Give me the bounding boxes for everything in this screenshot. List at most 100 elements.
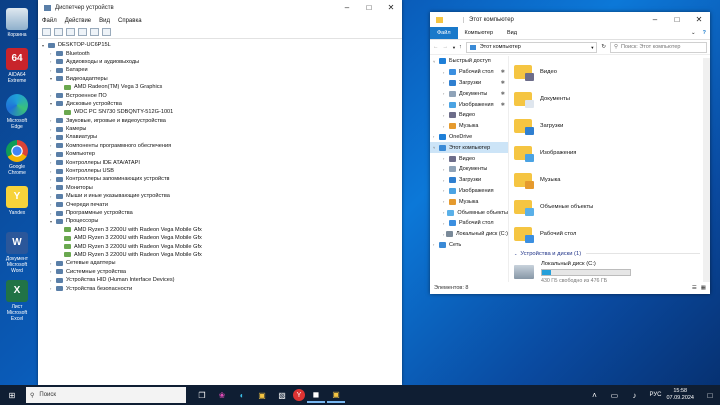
menu-action[interactable]: Действие xyxy=(65,18,91,24)
device-category[interactable]: › Мыши и иные указывающие устройства xyxy=(42,192,402,200)
device-category[interactable]: › Программные устройства xyxy=(42,209,402,217)
taskbar-search[interactable]: ⚲ Поиск xyxy=(26,387,186,403)
recent-locations-icon[interactable]: ▼ xyxy=(452,45,456,50)
desktop-icon-3[interactable]: Google Chrome xyxy=(2,140,32,176)
device-category[interactable]: › Камеры xyxy=(42,125,402,133)
device-category[interactable]: › Компьютер xyxy=(42,150,402,158)
menu-view[interactable]: Вид xyxy=(99,18,110,24)
vertical-scrollbar[interactable] xyxy=(703,58,710,282)
close-button[interactable]: ✕ xyxy=(688,12,710,27)
nav-item[interactable]: › Музыка xyxy=(430,121,508,132)
device-category[interactable]: › Компоненты программного обеспечения xyxy=(42,142,402,150)
nav-item[interactable]: › Видео xyxy=(430,153,508,164)
menu-file[interactable]: Файл xyxy=(42,18,57,24)
device-category[interactable]: › Мониторы xyxy=(42,184,402,192)
device-item[interactable]: AMD Ryzen 3 2200U with Radeon Vega Mobil… xyxy=(42,234,402,242)
desktop-icon-2[interactable]: Microsoft Edge xyxy=(2,94,32,130)
device-category[interactable]: › Встроенное ПО xyxy=(42,91,402,99)
search-input[interactable]: ⚲ Поиск: Этот компьютер xyxy=(610,41,707,53)
details-view-icon[interactable]: ☰ xyxy=(692,285,697,291)
nav-item[interactable]: › Изображения xyxy=(430,186,508,197)
scan-hardware-icon[interactable] xyxy=(90,28,99,36)
nav-item[interactable]: › Документы xyxy=(430,164,508,175)
tab-view[interactable]: Вид xyxy=(500,27,524,39)
tab-file[interactable]: Файл xyxy=(430,27,458,39)
device-category[interactable]: › Клавиатуры xyxy=(42,133,402,141)
tab-computer[interactable]: Компьютер xyxy=(458,27,500,39)
device-category[interactable]: › Батареи xyxy=(42,66,402,74)
maximize-button[interactable]: □ xyxy=(358,0,380,15)
nav-item[interactable]: ˅ Этот компьютер xyxy=(430,142,508,154)
nav-item[interactable]: › Локальный диск (C:) xyxy=(430,229,508,240)
menu-help[interactable]: Справка xyxy=(118,18,142,24)
device-item[interactable]: WDC PC SN730 SDBQNTY-512G-1001 xyxy=(42,108,402,116)
folder-item[interactable]: Загрузки xyxy=(514,112,700,139)
nav-item[interactable]: › Рабочий стол xyxy=(430,218,508,229)
nav-item[interactable]: › Объемные объекты xyxy=(430,207,508,218)
close-button[interactable]: ✕ xyxy=(380,0,402,15)
nav-item[interactable]: › Документы ✱ xyxy=(430,88,508,99)
nav-item[interactable]: › Загрузки xyxy=(430,175,508,186)
desktop-icon-1[interactable]: 64 AIDA64 Extreme xyxy=(2,48,32,84)
devices-header[interactable]: ⌄ Устройства и диски (1) xyxy=(514,248,700,259)
minimize-button[interactable]: – xyxy=(336,0,358,15)
clock[interactable]: 15:58 07.09.2024 xyxy=(666,388,694,402)
expand-ribbon-icon[interactable]: ⌄ xyxy=(688,30,699,36)
device-category[interactable]: ▾ Видеоадаптеры xyxy=(42,75,402,83)
task-view-icon[interactable]: ❐ xyxy=(193,388,211,402)
folder-item[interactable]: Рабочий стол xyxy=(514,220,700,247)
nav-item[interactable]: ˅ Быстрый доступ xyxy=(430,56,508,67)
monitor-icon[interactable] xyxy=(102,28,111,36)
up-arrow-icon[interactable]: ↑ xyxy=(459,44,462,50)
help-icon[interactable]: ? xyxy=(699,30,710,36)
minimize-button[interactable]: – xyxy=(644,12,666,27)
widgets-icon[interactable]: ❀ xyxy=(213,388,231,402)
nav-item[interactable]: › Рабочий стол ✱ xyxy=(430,67,508,78)
desktop-icon-5[interactable]: W Документ Microsoft Word xyxy=(2,232,32,274)
folder-item[interactable]: Видео xyxy=(514,58,700,85)
refresh-icon[interactable]: ↻ xyxy=(601,44,606,50)
device-category[interactable]: › Звуковые, игровые и видеоустройства xyxy=(42,117,402,125)
quick-access-toolbar[interactable] xyxy=(447,16,464,23)
yandex-icon[interactable]: Y xyxy=(293,389,305,401)
device-item[interactable]: AMD Ryzen 3 2200U with Radeon Vega Mobil… xyxy=(42,251,402,259)
nav-item[interactable]: › Музыка xyxy=(430,196,508,207)
network-icon[interactable]: ▭ xyxy=(605,388,623,402)
folder-item[interactable]: Изображения xyxy=(514,139,700,166)
nav-item[interactable]: › OneDrive xyxy=(430,132,508,143)
device-category[interactable]: › Bluetooth xyxy=(42,49,402,57)
device-category[interactable]: ▾ Дисковые устройства xyxy=(42,100,402,108)
chevron-down-icon[interactable]: ▼ xyxy=(590,45,596,50)
desktop-icon-4[interactable]: Y Yandex xyxy=(2,186,32,216)
notifications-icon[interactable]: □ xyxy=(701,388,719,402)
nav-item[interactable]: › Загрузки ✱ xyxy=(430,78,508,89)
file-explorer-icon[interactable]: ▣ xyxy=(253,388,271,402)
device-category[interactable]: › Очереди печати xyxy=(42,200,402,208)
explorer-taskbar-icon[interactable]: ▣ xyxy=(327,387,345,403)
help-icon[interactable] xyxy=(78,28,87,36)
device-category[interactable]: › Устройства HID (Human Interface Devices… xyxy=(42,276,402,284)
desktop-icon-6[interactable]: X Лист Microsoft Excel xyxy=(2,280,32,322)
device-category[interactable]: › Системные устройства xyxy=(42,268,402,276)
device-category[interactable]: › Устройства безопасности xyxy=(42,284,402,292)
forward-arrow-icon[interactable]: → xyxy=(443,44,449,50)
address-input[interactable]: Этот компьютер ▼ xyxy=(465,41,598,53)
nav-item[interactable]: › Видео xyxy=(430,110,508,121)
device-manager-taskbar-icon[interactable]: ◼ xyxy=(307,387,325,403)
device-category[interactable]: › Контроллеры IDE ATA/ATAPI xyxy=(42,158,402,166)
device-item[interactable]: AMD Ryzen 3 2200U with Radeon Vega Mobil… xyxy=(42,242,402,250)
device-category[interactable]: ▾ Процессоры xyxy=(42,217,402,225)
nav-item[interactable]: › Сеть xyxy=(430,240,508,251)
store-icon[interactable]: ▧ xyxy=(273,388,291,402)
tray-chevron-icon[interactable]: ˄ xyxy=(585,388,603,402)
device-category[interactable]: › Сетевые адаптеры xyxy=(42,259,402,267)
forward-arrow-icon[interactable] xyxy=(54,28,63,36)
device-category[interactable]: › Аудиовходы и аудиовыходы xyxy=(42,58,402,66)
device-category[interactable]: › Контроллеры USB xyxy=(42,167,402,175)
nav-item[interactable]: › Изображения ✱ xyxy=(430,99,508,110)
desktop-icon-0[interactable]: Корзина xyxy=(2,8,32,38)
volume-icon[interactable]: ♪ xyxy=(625,388,643,402)
computer-root[interactable]: ▾ DESKTOP-UC6P15L xyxy=(42,41,402,49)
device-category[interactable]: › Контроллеры запоминающих устройств xyxy=(42,175,402,183)
large-icons-view-icon[interactable]: ▦ xyxy=(701,285,706,291)
